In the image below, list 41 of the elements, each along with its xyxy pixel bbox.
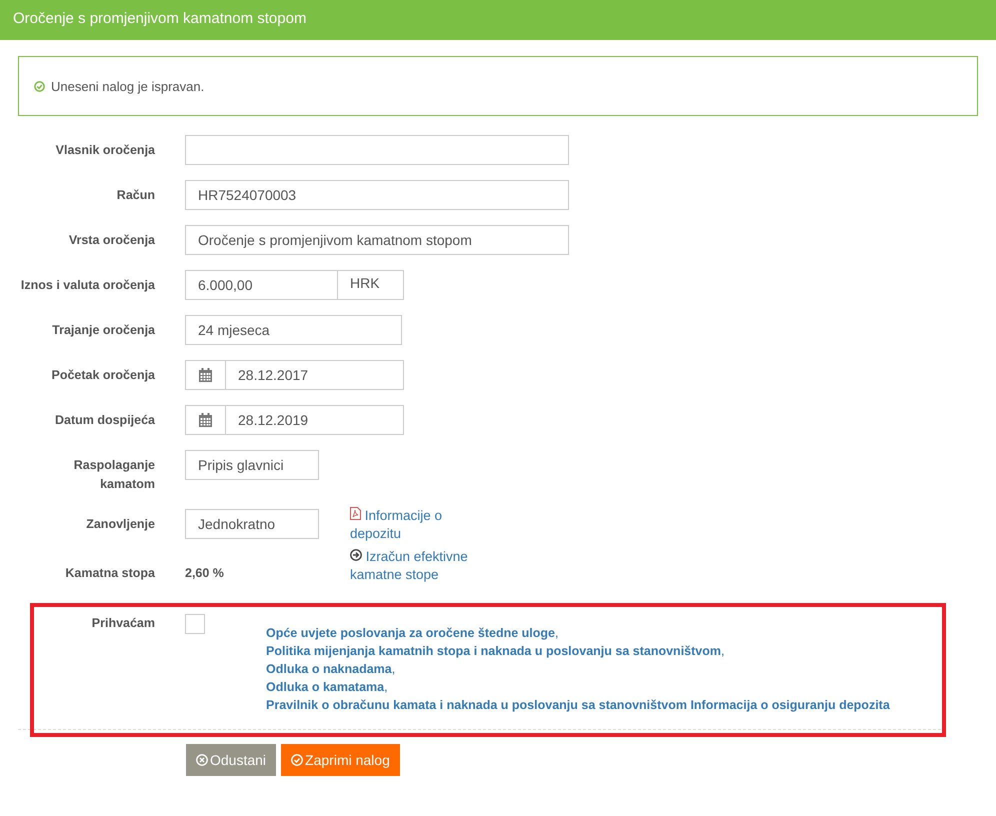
- field-label: Račun: [116, 187, 155, 204]
- success-message: Uneseni nalog je ispravan.: [51, 78, 204, 94]
- text-field[interactable]: Oročenje s promjenjivom kamatnom stopom: [185, 225, 569, 255]
- amount-field[interactable]: 6.000,00 HRK: [185, 270, 404, 300]
- checkbox[interactable]: [185, 614, 205, 634]
- text-field[interactable]: [185, 135, 569, 165]
- select-field[interactable]: Jednokratno: [185, 509, 319, 539]
- terms-link[interactable]: Opće uvjete poslovanja za oročene štedne uloge,: [266, 626, 558, 640]
- text-field[interactable]: HR7524070003: [185, 180, 569, 210]
- submit-button[interactable]: Zaprimi nalog: [281, 744, 400, 776]
- field-label: Kamatna stopa: [64, 565, 155, 582]
- date-field[interactable]: 28.12.2019: [185, 405, 404, 435]
- terms-link[interactable]: Politika mijenjanja kamatnih stopa i naknada u poslovanju sa stanovništvom,: [266, 644, 724, 658]
- pdf-file-icon: [350, 507, 361, 520]
- field-label: Iznos i valuta oročenja: [20, 277, 155, 294]
- cancel-icon: [196, 754, 208, 766]
- text-field[interactable]: 24 mjeseca: [185, 315, 402, 345]
- terms-link[interactable]: Odluka o kamatama,: [266, 680, 388, 694]
- field-label: Datum dospijeća: [54, 412, 155, 429]
- calendar-icon: [199, 368, 212, 382]
- rate-value: 2,60 %: [185, 565, 224, 582]
- terms-link[interactable]: Odluka o naknadama,: [266, 662, 396, 676]
- terms-link[interactable]: Pravilnik o obračunu kamata i naknada u poslovanju sa stanovništvom: [266, 698, 687, 712]
- check-circle-icon: [291, 754, 304, 766]
- field-label: Vrsta oročenja: [68, 232, 155, 249]
- field-label: Prihvaćam: [90, 615, 155, 632]
- check-circle-icon: [34, 80, 45, 92]
- calendar-icon: [199, 413, 212, 427]
- arrow-circle-icon: [350, 549, 362, 561]
- terms-link[interactable]: Informacija o osiguranju depozita: [690, 698, 890, 712]
- info-link[interactable]: Izračun efektivne kamatne stope: [350, 548, 470, 584]
- field-label: Raspolaganje kamatom: [72, 457, 155, 493]
- field-label: Početak oročenja: [50, 367, 155, 384]
- page-header: Oročenje s promjenjivom kamatnom stopom: [0, 0, 996, 40]
- select-field[interactable]: Pripis glavnici: [185, 450, 319, 480]
- cancel-button[interactable]: Odustani: [186, 744, 276, 776]
- date-field[interactable]: 28.12.2017: [185, 360, 404, 390]
- field-label: Zanovljenje: [85, 516, 155, 533]
- field-label: Trajanje oročenja: [51, 322, 155, 339]
- info-link[interactable]: Informacije o depozitu: [350, 507, 470, 543]
- field-label: Vlasnik oročenja: [54, 142, 155, 159]
